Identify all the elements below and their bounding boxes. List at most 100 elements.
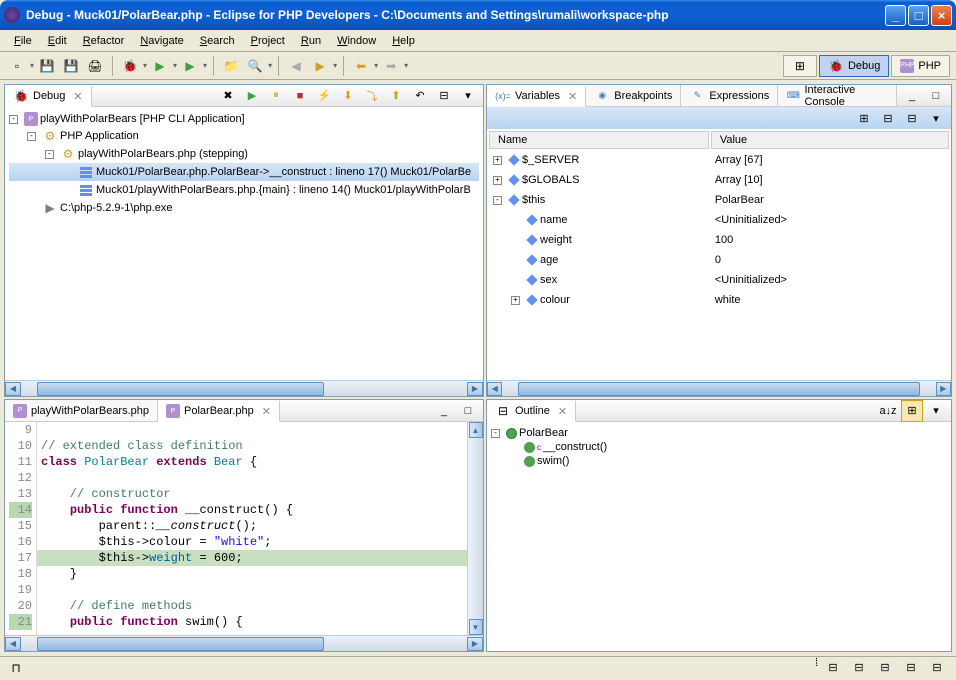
menu-window[interactable]: Window xyxy=(329,33,384,49)
code-line[interactable]: // define methods xyxy=(37,598,467,614)
minimize-button[interactable]: _ xyxy=(885,5,906,26)
menu-edit[interactable]: Edit xyxy=(40,33,75,49)
debug-button[interactable]: 🐞 xyxy=(119,55,141,77)
view-menu-button[interactable]: ▾ xyxy=(925,107,947,129)
view-menu-button[interactable]: ▾ xyxy=(457,85,479,107)
menu-help[interactable]: Help xyxy=(384,33,423,49)
tab-debug[interactable]: 🐞 Debug ✕ xyxy=(5,86,92,107)
tree-item[interactable]: -⚙ PHP Application xyxy=(9,127,479,145)
code-line[interactable]: class PolarBear extends Bear { xyxy=(37,454,467,470)
code-line[interactable] xyxy=(37,470,467,486)
view-menu-button[interactable]: ▾ xyxy=(925,400,947,422)
run-last-button[interactable]: ▶ xyxy=(179,55,201,77)
nav-prev-button[interactable]: ◀ xyxy=(285,55,307,77)
terminate-button[interactable]: ■ xyxy=(289,85,311,107)
vars-hscroll[interactable]: ◀▶ xyxy=(487,380,951,396)
step-over-button[interactable]: ⤵ xyxy=(361,85,383,107)
debug-tree[interactable]: -P playWithPolarBears [PHP CLI Applicati… xyxy=(5,107,483,221)
variable-row[interactable]: + $_SERVERArray [67] xyxy=(489,151,949,169)
print-button[interactable]: 🖨 xyxy=(84,55,106,77)
tab-variables[interactable]: (x)=Variables✕ xyxy=(487,86,586,107)
outline-item[interactable]: c __construct() xyxy=(491,440,947,454)
step-into-button[interactable]: ⬇ xyxy=(337,85,359,107)
outline-item[interactable]: - PolarBear xyxy=(491,426,947,440)
tree-item[interactable]: -⚙ playWithPolarBears.php (stepping) xyxy=(9,145,479,163)
code-line[interactable]: // extended class definition xyxy=(37,438,467,454)
variable-row[interactable]: sex<Uninitialized> xyxy=(489,271,949,289)
hide-fields-button[interactable]: ⊞ xyxy=(901,400,923,422)
collapse-all-button[interactable]: ⊟ xyxy=(901,107,923,129)
disconnect-button[interactable]: ⚡ xyxy=(313,85,335,107)
close-button[interactable]: × xyxy=(931,5,952,26)
expander-icon[interactable]: - xyxy=(9,115,18,124)
minimize-view-button[interactable]: _ xyxy=(901,85,923,107)
tree-item[interactable]: Muck01/playWithPolarBears.php.{main} : l… xyxy=(9,181,479,199)
show-type-button[interactable]: ⊞ xyxy=(853,107,875,129)
variable-row[interactable]: + colourwhite xyxy=(489,291,949,309)
code-editor[interactable]: 9101112131415161718192021 // extended cl… xyxy=(5,422,467,635)
menu-refactor[interactable]: Refactor xyxy=(75,33,133,49)
outline-item[interactable]: swim() xyxy=(491,454,947,468)
code-line[interactable]: public function __construct() { xyxy=(37,502,467,518)
tree-item[interactable]: Muck01/PolarBear.php.PolarBear->__constr… xyxy=(9,163,479,181)
tab-outline[interactable]: ⊟ Outline ✕ xyxy=(487,401,576,422)
editor-tab[interactable]: PplayWithPolarBears.php xyxy=(5,400,158,421)
expander-icon[interactable]: - xyxy=(27,132,36,141)
show-logical-button[interactable]: ⊟ xyxy=(877,107,899,129)
menu-run[interactable]: Run xyxy=(293,33,329,49)
code-line[interactable]: $this->weight = 600; xyxy=(37,550,467,566)
variable-row[interactable]: name<Uninitialized> xyxy=(489,211,949,229)
editor-tab[interactable]: PPolarBear.php✕ xyxy=(158,401,280,422)
tree-item[interactable]: -P playWithPolarBears [PHP CLI Applicati… xyxy=(9,111,479,127)
debug-perspective-button[interactable]: 🐞Debug xyxy=(819,55,889,77)
resume-button[interactable]: ▶ xyxy=(241,85,263,107)
editor-vscroll[interactable]: ▲▼ xyxy=(467,422,483,635)
tab-expressions[interactable]: ✎Expressions xyxy=(681,85,778,106)
outline-tree[interactable]: - PolarBearc __construct() swim() xyxy=(487,422,951,472)
status-btn-4[interactable]: ⊟ xyxy=(900,657,922,679)
menu-search[interactable]: Search xyxy=(192,33,243,49)
nav-next-button[interactable]: ▶ xyxy=(309,55,331,77)
sort-button[interactable]: a↓z xyxy=(877,400,899,422)
code-line[interactable]: public function swim() { xyxy=(37,614,467,630)
status-btn-5[interactable]: ⊟ xyxy=(926,657,948,679)
close-icon[interactable]: ✕ xyxy=(558,405,567,418)
code-line[interactable]: parent::__construct(); xyxy=(37,518,467,534)
suspend-button[interactable]: ⏸ xyxy=(265,85,287,107)
expander-icon[interactable]: + xyxy=(511,296,520,305)
status-btn-1[interactable]: ⊟ xyxy=(822,657,844,679)
status-btn-2[interactable]: ⊟ xyxy=(848,657,870,679)
variable-row[interactable]: weight100 xyxy=(489,231,949,249)
code-line[interactable]: // constructor xyxy=(37,486,467,502)
tab-interactive-console[interactable]: ⌨Interactive Console xyxy=(778,85,897,106)
maximize-view-button[interactable]: □ xyxy=(925,85,947,107)
open-type-button[interactable]: 📁 xyxy=(220,55,242,77)
menu-project[interactable]: Project xyxy=(243,33,293,49)
close-icon[interactable]: ✕ xyxy=(73,90,82,103)
status-btn-3[interactable]: ⊟ xyxy=(874,657,896,679)
maximize-view-button[interactable]: □ xyxy=(457,400,479,422)
tab-breakpoints[interactable]: ◉Breakpoints xyxy=(586,85,681,106)
code-line[interactable] xyxy=(37,582,467,598)
step-return-button[interactable]: ⬆ xyxy=(385,85,407,107)
editor-hscroll[interactable]: ◀▶ xyxy=(5,635,483,651)
save-button[interactable]: 💾 xyxy=(36,55,58,77)
column-value[interactable]: Value xyxy=(711,131,949,149)
variable-row[interactable]: age0 xyxy=(489,251,949,269)
open-perspective-button[interactable]: ⊞ xyxy=(783,55,817,77)
code-line[interactable]: } xyxy=(37,566,467,582)
debug-hscroll[interactable]: ◀▶ xyxy=(5,380,483,396)
save-all-button[interactable]: 💾 xyxy=(60,55,82,77)
drop-frame-button[interactable]: ↶ xyxy=(409,85,431,107)
expander-icon[interactable]: + xyxy=(493,176,502,185)
variable-row[interactable]: + $GLOBALSArray [10] xyxy=(489,171,949,189)
back-button[interactable]: ⬅ xyxy=(350,55,372,77)
maximize-button[interactable]: □ xyxy=(908,5,929,26)
remove-terminated-button[interactable]: ✖ xyxy=(217,85,239,107)
close-icon[interactable]: ✕ xyxy=(568,90,577,103)
forward-button[interactable]: ➡ xyxy=(380,55,402,77)
code-line[interactable]: $this->colour = "white"; xyxy=(37,534,467,550)
new-button[interactable]: ▫ xyxy=(6,55,28,77)
close-icon[interactable]: ✕ xyxy=(262,405,271,418)
expander-icon[interactable]: + xyxy=(493,156,502,165)
